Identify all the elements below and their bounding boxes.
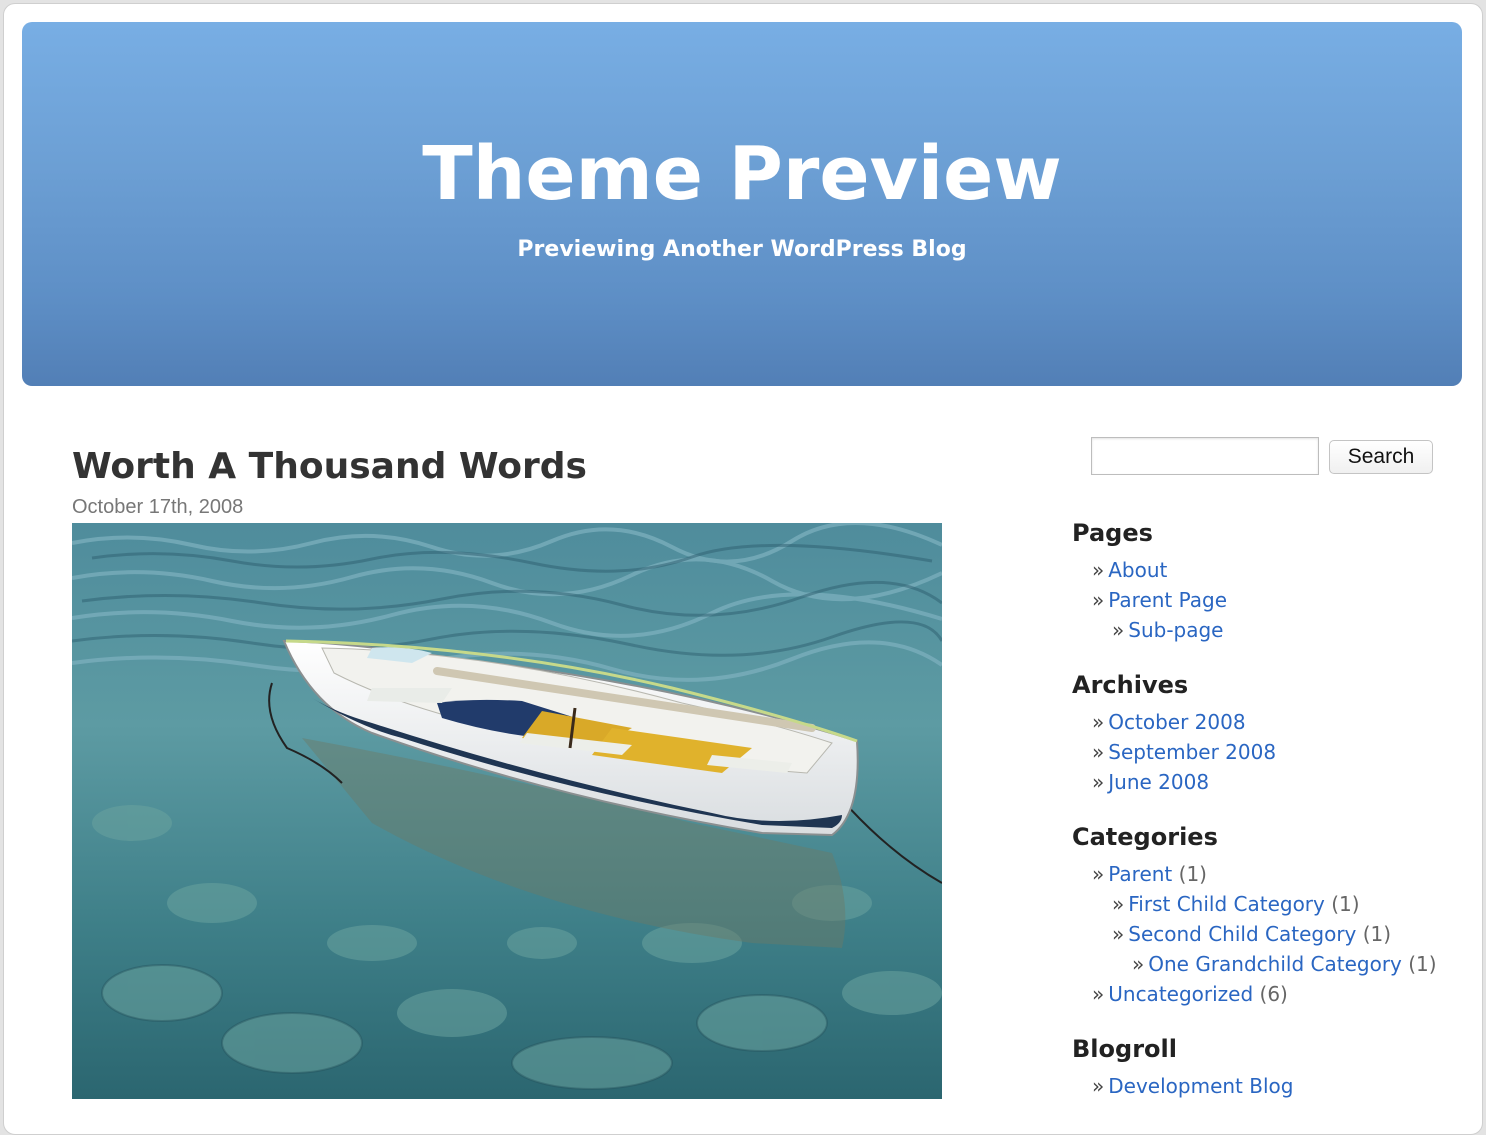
category-item: » Uncategorized (6) <box>1092 982 1288 1006</box>
blogroll-link-development-blog[interactable]: Development Blog <box>1108 1074 1293 1098</box>
page-link-about[interactable]: About <box>1108 558 1167 582</box>
archive-link-item: » October 2008 <box>1092 710 1246 734</box>
category-count: (1) <box>1331 892 1360 916</box>
category-link-first-child[interactable]: First Child Category <box>1128 892 1325 916</box>
category-item: » Parent (1) <box>1092 862 1207 886</box>
search-button[interactable]: Search <box>1329 440 1433 474</box>
category-count: (1) <box>1362 922 1392 946</box>
page-link-item: » Parent Page <box>1092 588 1228 612</box>
blog-tagline: Previewing Another WordPress Blog <box>517 237 967 262</box>
blog-title[interactable]: Theme Preview <box>22 126 1462 222</box>
page-link-parent-page[interactable]: Parent Page <box>1108 588 1227 612</box>
archives-widget: Archives » October 2008 » September 2008 »… <box>1072 670 1472 797</box>
category-item: » One Grandchild Category (1) <box>1132 952 1437 976</box>
archive-link-october-2008[interactable]: October 2008 <box>1108 710 1245 734</box>
category-count: (1) <box>1408 952 1437 976</box>
category-item: » Second Child Category (1) <box>1112 922 1392 946</box>
blogroll-widget: Blogroll » Development Blog <box>1072 1034 1472 1101</box>
blogroll-heading: Blogroll <box>1072 1035 1177 1063</box>
post-image <box>72 523 942 1099</box>
post-title[interactable]: Worth A Thousand Words <box>72 444 952 490</box>
page-link-item: » About <box>1092 558 1168 582</box>
archive-link-item: » June 2008 <box>1092 770 1210 794</box>
page-link-item: » Sub-page <box>1112 618 1224 642</box>
blogroll-link-item: » Development Blog <box>1092 1074 1294 1098</box>
categories-widget: Categories » Parent (1) » First Child Cate… <box>1072 822 1472 1009</box>
category-count: (1) <box>1178 862 1207 886</box>
category-link-second-child[interactable]: Second Child Category <box>1128 922 1356 946</box>
category-link-parent[interactable]: Parent <box>1108 862 1172 886</box>
sidebar: Search Pages » About » Parent Page » Sub-pa… <box>1072 437 1472 1101</box>
archive-link-june-2008[interactable]: June 2008 <box>1108 770 1209 794</box>
category-count: (6) <box>1259 982 1288 1006</box>
search-input[interactable] <box>1091 437 1319 475</box>
category-link-grandchild[interactable]: One Grandchild Category <box>1148 952 1402 976</box>
search-form: Search <box>1072 437 1472 481</box>
categories-heading: Categories <box>1072 823 1218 851</box>
blog-header: Theme Preview Previewing Another WordPre… <box>22 22 1462 386</box>
main-content: Worth A Thousand Words October 17th, 200… <box>72 444 952 1099</box>
archives-heading: Archives <box>1072 671 1189 699</box>
pages-heading: Pages <box>1072 519 1153 547</box>
category-item: » First Child Category (1) <box>1112 892 1360 916</box>
boat-image <box>72 523 942 1099</box>
page-frame: Theme Preview Previewing Another WordPre… <box>3 3 1483 1135</box>
archive-link-september-2008[interactable]: September 2008 <box>1108 740 1276 764</box>
page-link-sub-page[interactable]: Sub-page <box>1128 618 1223 642</box>
post-date: October 17th, 2008 <box>72 496 244 518</box>
category-link-uncategorized[interactable]: Uncategorized <box>1108 982 1253 1006</box>
pages-widget: Pages » About » Parent Page » Sub-page <box>1072 518 1472 645</box>
archive-link-item: » September 2008 <box>1092 740 1277 764</box>
